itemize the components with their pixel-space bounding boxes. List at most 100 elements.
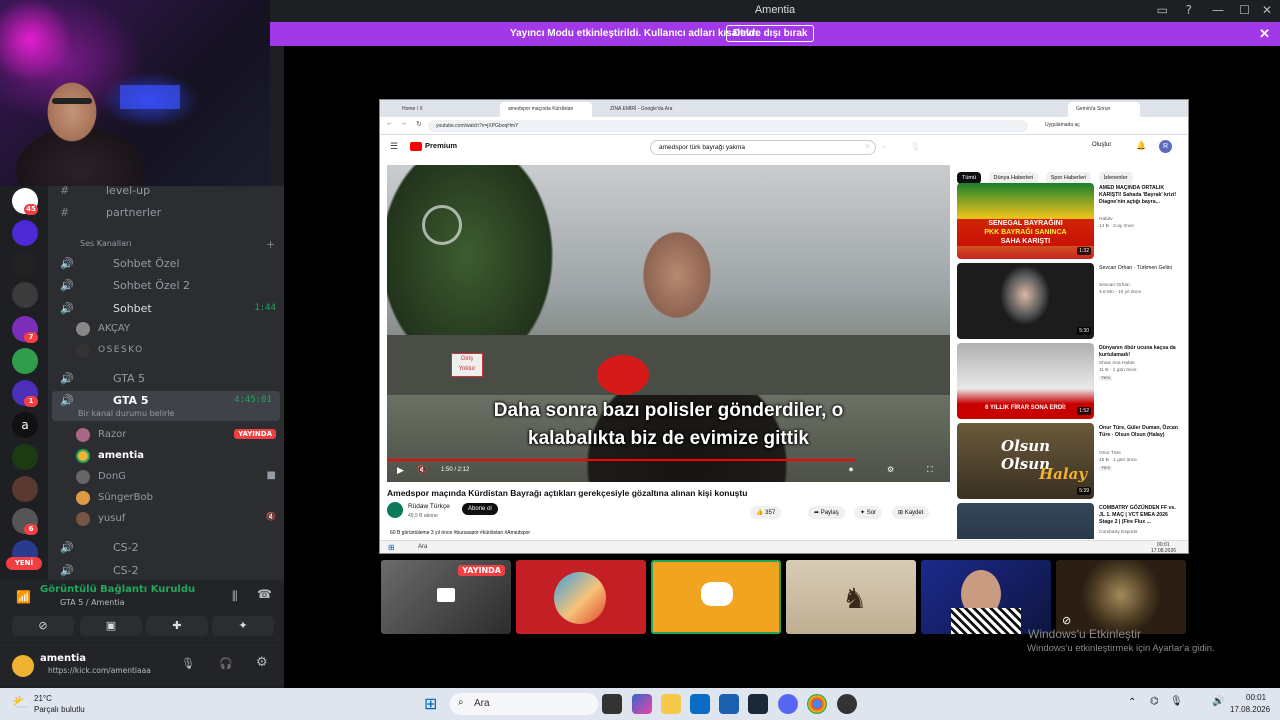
- recommendation-item[interactable]: 5:30 Sevcan Orhan - Türkmen Gelini Sevca…: [957, 263, 1185, 341]
- voice-user[interactable]: amentia: [76, 447, 284, 467]
- search-input[interactable]: amedspor türk bayrağı yakma: [650, 140, 876, 155]
- recommendation-thumbnail[interactable]: Olsun Olsun Halay: [957, 423, 1094, 499]
- soundboard-icon[interactable]: ⫼: [232, 589, 238, 604]
- youtube-logo[interactable]: Premium: [425, 141, 457, 150]
- participant-tile[interactable]: ♞: [786, 560, 916, 634]
- minimize-button[interactable]: —: [1212, 3, 1224, 17]
- channel-status-input[interactable]: Bir kanal durumu belirle: [78, 409, 174, 418]
- recommendation-item[interactable]: 6 YILLIK FİRAR SONA ERDİ! 1:52 Dünyanın …: [957, 343, 1185, 421]
- account-avatar[interactable]: R: [1159, 140, 1172, 153]
- volume-icon[interactable]: 🔇: [417, 465, 427, 474]
- recommendation-item[interactable]: Olsun Olsun Halay 5:39 Onur Türe, Güler …: [957, 423, 1185, 501]
- recommendation-thumbnail[interactable]: [957, 263, 1094, 339]
- recommendation-item[interactable]: COMBATRY GÖZÜNDEN FF vs. JL 1. MAÇ | VCT…: [957, 503, 1185, 539]
- server-icon[interactable]: [12, 348, 38, 374]
- headphones-icon[interactable]: 🎧: [219, 657, 233, 670]
- video-player[interactable]: Giriş Yoktur Daha sonra bazı polisler gö…: [387, 165, 950, 482]
- bell-icon[interactable]: 🔔: [1136, 141, 1146, 150]
- youtube-logo-icon[interactable]: [410, 142, 422, 151]
- url-field[interactable]: youtube.com/watch?v=jXPGboqHmY: [428, 120, 1028, 132]
- voice-user[interactable]: AKÇAY: [76, 320, 284, 340]
- maximize-button[interactable]: ☐: [1239, 3, 1250, 17]
- menu-icon[interactable]: ☰: [390, 141, 398, 152]
- gemini-button[interactable]: Gemini'a Sorun: [1068, 102, 1140, 117]
- voice-user[interactable]: SüngerBob: [76, 489, 284, 509]
- mic-icon[interactable]: 🎙: [910, 142, 920, 151]
- server-icon[interactable]: [12, 252, 38, 278]
- progress-track[interactable]: [387, 459, 950, 461]
- recommendation-item[interactable]: SENEGAL BAYRAĞINI PKK BAYRAĞI SANINCA SA…: [957, 183, 1185, 261]
- store-icon[interactable]: [690, 694, 710, 714]
- server-icon[interactable]: [12, 220, 38, 246]
- voice-channel[interactable]: 🔊 GTA 5: [48, 369, 284, 389]
- clock-time[interactable]: 00:01: [1246, 693, 1266, 702]
- outlook-icon[interactable]: [719, 694, 739, 714]
- gear-icon[interactable]: ⚙: [256, 655, 268, 670]
- camera-off-button[interactable]: ⊘: [12, 616, 74, 636]
- recommendation-thumbnail[interactable]: [957, 503, 1094, 539]
- chrome-icon[interactable]: [807, 694, 827, 714]
- text-channel[interactable]: # level-up: [48, 181, 284, 201]
- windows-start-icon[interactable]: ⊞: [388, 543, 395, 552]
- voice-channel-active[interactable]: 🔊 GTA 5 4:45:01 Bir kanal durumu belirle: [52, 391, 280, 421]
- close-window-button[interactable]: ✕: [1262, 3, 1272, 17]
- text-channel[interactable]: # partnerler: [48, 203, 284, 223]
- chevron-up-icon[interactable]: ⌃: [1128, 697, 1136, 708]
- microphone-icon[interactable]: 🎙: [1170, 696, 1183, 707]
- voice-channel[interactable]: 🔊 CS-2: [48, 538, 284, 558]
- participant-tile[interactable]: ⊘: [1056, 560, 1186, 634]
- voice-channel[interactable]: 🔊 Sohbet 1:44: [48, 299, 284, 319]
- voice-channel[interactable]: 🔊 Sohbet Özel 2: [48, 276, 284, 296]
- windows-start-icon[interactable]: ⊞: [424, 694, 437, 714]
- browser-tab[interactable]: ZİNA EMİRİ - Google'da Ara: [602, 102, 702, 117]
- steam-icon[interactable]: [748, 694, 768, 714]
- recommendation-thumbnail[interactable]: 6 YILLIK FİRAR SONA ERDİ!: [957, 343, 1094, 419]
- weather-icon[interactable]: ⛅: [12, 694, 29, 711]
- participant-tile-stream[interactable]: YAYINDA: [381, 560, 511, 634]
- play-icon[interactable]: ▶: [397, 465, 404, 476]
- signal-icon[interactable]: 📶: [16, 590, 31, 604]
- autoplay-toggle[interactable]: ⏺: [849, 465, 853, 475]
- voice-channel-label[interactable]: GTA 5 / Amentia: [60, 598, 125, 607]
- volume-icon[interactable]: 🔊: [1212, 696, 1224, 707]
- share-button[interactable]: ➦ Paylaş: [808, 506, 845, 519]
- server-icon[interactable]: [12, 282, 38, 308]
- server-icon[interactable]: [12, 476, 38, 502]
- discord-icon[interactable]: [778, 694, 798, 714]
- search-icon[interactable]: ⌕: [882, 142, 886, 152]
- ask-button[interactable]: ✦ Sor: [854, 506, 883, 519]
- task-view-icon[interactable]: [602, 694, 622, 714]
- voice-user[interactable]: yusuf 🔇: [76, 510, 284, 530]
- voice-user[interactable]: Razor YAYINDA: [76, 426, 284, 446]
- microphone-icon[interactable]: 🎙: [181, 657, 195, 670]
- copilot-icon[interactable]: [632, 694, 652, 714]
- network-icon[interactable]: ⌬: [1150, 696, 1159, 707]
- file-explorer-icon[interactable]: [661, 694, 681, 714]
- inner-search[interactable]: Ara: [418, 544, 427, 550]
- settings-icon[interactable]: ⚙: [887, 465, 894, 474]
- obs-icon[interactable]: [837, 694, 857, 714]
- activities-button[interactable]: ✚: [146, 616, 208, 636]
- recommendation-thumbnail[interactable]: SENEGAL BAYRAĞINI PKK BAYRAĞI SANINCA SA…: [957, 183, 1094, 259]
- avatar[interactable]: [12, 655, 34, 677]
- like-button[interactable]: 👍 357: [750, 506, 782, 519]
- voice-channel[interactable]: 🔊 Sohbet Özel: [48, 254, 284, 274]
- plus-icon[interactable]: +: [266, 238, 275, 251]
- taskbar-search[interactable]: ⌕ Ara: [450, 693, 598, 715]
- voice-user[interactable]: DonG ■: [76, 468, 284, 488]
- screen-share-button[interactable]: ▣: [80, 616, 142, 636]
- participant-tile[interactable]: [516, 560, 646, 634]
- channel-avatar[interactable]: [387, 502, 403, 518]
- voice-category[interactable]: Ses Kanalları +: [48, 235, 284, 255]
- save-button[interactable]: ⊞ Kaydet: [892, 506, 930, 519]
- browser-tab[interactable]: Home / X: [394, 102, 494, 117]
- forward-icon[interactable]: →: [400, 120, 407, 127]
- subscribe-button[interactable]: Abone ol: [462, 503, 498, 515]
- back-icon[interactable]: ←: [386, 120, 393, 127]
- server-icon[interactable]: [12, 444, 38, 470]
- fullscreen-icon[interactable]: ⛶: [927, 465, 933, 475]
- disable-streamer-mode-button[interactable]: Devre dışı bırak: [726, 25, 815, 42]
- clock-date[interactable]: 17.08.2026: [1230, 705, 1270, 714]
- disconnect-icon[interactable]: ☎: [257, 587, 272, 601]
- participant-tile-speaking[interactable]: [651, 560, 781, 634]
